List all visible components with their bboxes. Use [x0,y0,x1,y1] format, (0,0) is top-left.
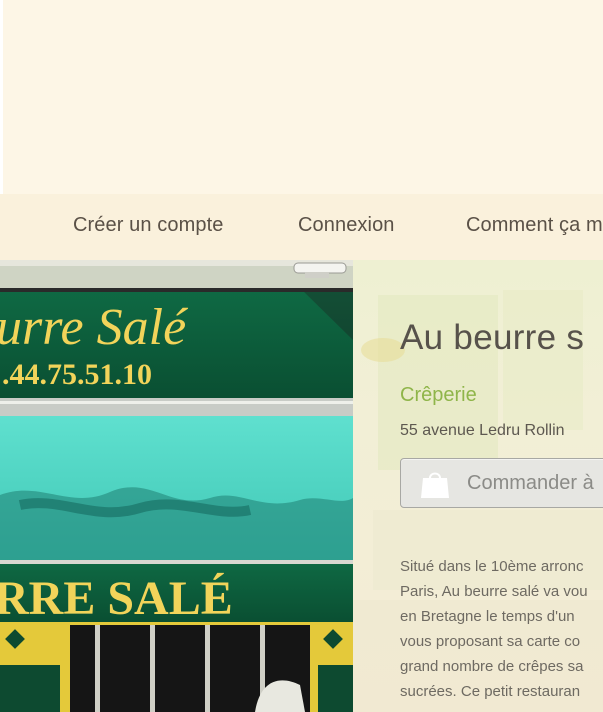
sign-bottom-text: RRE SALÉ [0,572,233,625]
header-blank-area [0,0,603,194]
order-button-label: Commander à [467,472,594,494]
restaurant-category: Crêperie [400,384,477,406]
nav-how-it-works[interactable]: Comment ça m [466,214,603,237]
order-button[interactable]: Commander à [400,458,603,508]
nav-login[interactable]: Connexion [298,214,395,237]
restaurant-address: 55 avenue Ledru Rollin [400,422,565,439]
description-line: en Bretagne le temps d'un [400,608,575,625]
description-line: sucrées. Ce petit restauran [400,683,581,700]
sign-top-text: urre Salé [0,299,188,356]
nav-create-account[interactable]: Créer un compte [73,214,223,237]
sign-phone-text: .44.75.51.10 [2,358,152,391]
restaurant-name: Au beurre s [400,318,585,357]
shopping-bag-icon [421,472,449,498]
description-line: grand nombre de crêpes sa [400,658,584,675]
restaurant-photo: urre Salé .44.75.51.10 RRE SALÉ [0,260,353,712]
restaurant-description: Situé dans le 10ème arronc Paris, Au beu… [400,554,603,704]
description-line: Situé dans le 10ème arronc [400,558,584,575]
description-line: Paris, Au beurre salé va vou [400,583,588,600]
restaurant-detail-panel: Au beurre s Crêperie 55 avenue Ledru Rol… [353,260,603,712]
header-edge [0,0,3,194]
description-line: vous proposant sa carte co [400,633,581,650]
top-navigation: Créer un compte Connexion Comment ça m [0,194,603,261]
